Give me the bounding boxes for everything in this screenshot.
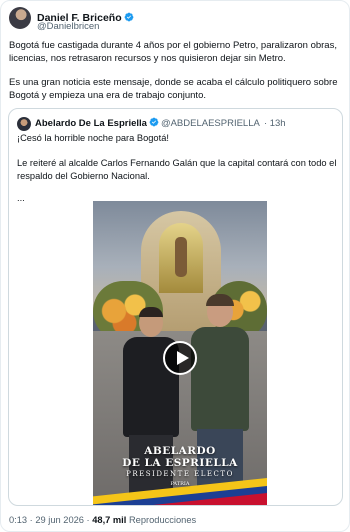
tweet-timestamp[interactable]: 0:13 · 29 jun 2026 · <box>9 515 90 525</box>
quoted-author-name: Abelardo De La Espriella <box>35 118 147 129</box>
author-avatar[interactable] <box>9 7 31 29</box>
video-statue <box>175 237 187 277</box>
play-icon[interactable] <box>163 341 197 375</box>
video-caption-line-2: DE LA ESPRIELLA <box>122 457 238 469</box>
tweet-card: Daniel F. Briceño @Danielbricen Bogotá f… <box>0 0 350 532</box>
views-label: Reproducciones <box>128 515 197 525</box>
quoted-author-line: Abelardo De La Espriella @ABDELAESPRIELLA… <box>35 117 286 129</box>
video-caption-line-3: PRESIDENTE ELECTO <box>126 470 234 478</box>
quoted-author-handle: @ABDELAESPRIELLA <box>160 118 260 129</box>
quoted-author-avatar <box>17 117 31 131</box>
quoted-text-line-2: Le reiteré al alcalde Carlos Fernando Ga… <box>17 158 337 181</box>
tweet-text-paragraph-2: Es una gran noticia este mensaje, donde … <box>9 77 338 101</box>
video-caption: ABELARDO DE LA ESPRIELLA PRESIDENTE ELEC… <box>93 445 267 488</box>
views-count: 48,7 mil <box>92 515 127 525</box>
verified-badge-icon <box>124 12 133 22</box>
tweet-text-paragraph-1: Bogotá fue castigada durante 4 años por … <box>9 40 337 64</box>
quoted-tweet[interactable]: Abelardo De La Espriella @ABDELAESPRIELLA… <box>8 108 343 506</box>
tweet-footer: 0:13 · 29 jun 2026 · 48,7 mil Reproducci… <box>9 515 196 525</box>
video-caption-line-1: ABELARDO <box>144 445 216 457</box>
quoted-text-line-1: ¡Cesó la horrible noche para Bogotá! <box>17 133 169 143</box>
quoted-time: · 13h <box>263 118 286 129</box>
video-player[interactable]: ABELARDO DE LA ESPRIELLA PRESIDENTE ELEC… <box>93 201 267 505</box>
author-handle[interactable]: @Danielbricen <box>37 21 99 32</box>
video-caption-line-4: PATRIA <box>170 481 190 487</box>
verified-badge-icon <box>149 117 159 127</box>
